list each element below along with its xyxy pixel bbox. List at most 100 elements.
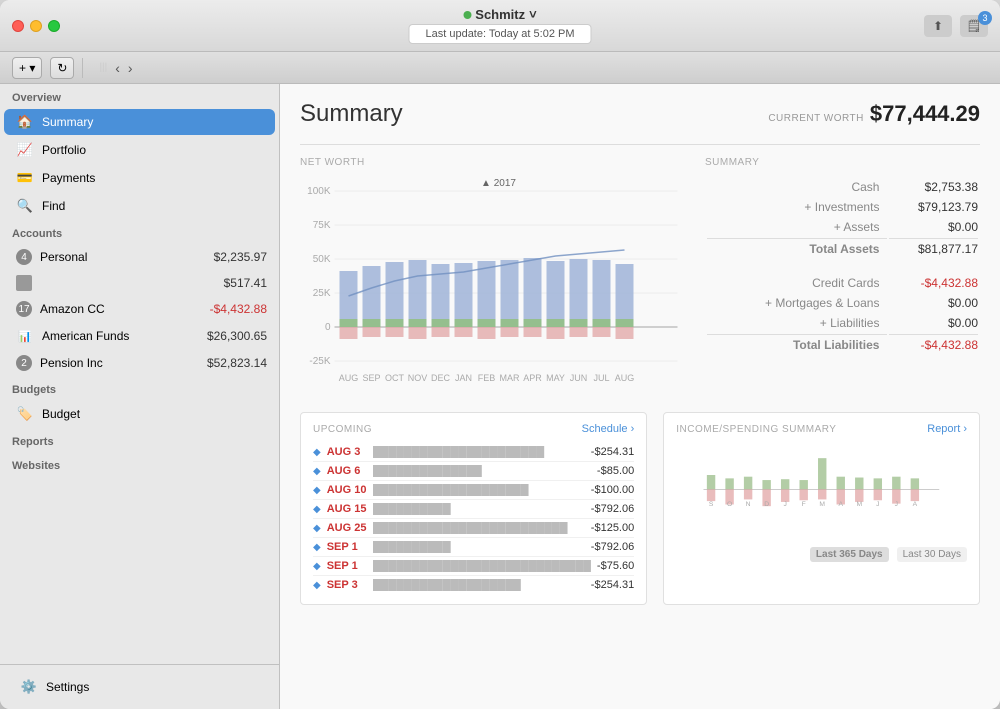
account2-value: $517.41 xyxy=(224,276,267,290)
total-liabilities-label: Total Liabilities xyxy=(707,334,887,354)
investments-label: + Investments xyxy=(707,198,887,216)
summary-section-label: SUMMARY xyxy=(705,157,980,168)
svg-text:25K: 25K xyxy=(313,288,331,299)
sidebar-item-pension-inc[interactable]: 2 Pension Inc $52,823.14 xyxy=(4,351,275,375)
svg-text:0: 0 xyxy=(325,322,331,333)
maximize-button[interactable] xyxy=(48,20,60,32)
svg-text:MAR: MAR xyxy=(500,373,521,383)
export-icon[interactable]: ⬆ xyxy=(924,15,952,37)
payments-icon: 💳 xyxy=(16,169,34,187)
arrow-icon-4: ◆ xyxy=(313,504,321,515)
main-panel: Summary CURRENT WORTH $77,444.29 NET WOR… xyxy=(280,84,1000,709)
report-link[interactable]: Report › xyxy=(927,423,967,435)
svg-text:JUN: JUN xyxy=(570,373,588,383)
assets-value: $0.00 xyxy=(889,218,978,236)
personal-value: $2,235.97 xyxy=(214,250,267,264)
current-worth-value: $77,444.29 xyxy=(870,101,980,127)
cash-value: $2,753.38 xyxy=(889,178,978,196)
sidebar-summary-label: Summary xyxy=(42,115,267,129)
arrow-icon-7: ◆ xyxy=(313,561,321,572)
american-funds-label: American Funds xyxy=(42,329,199,343)
assets-label: + Assets xyxy=(707,218,887,236)
cash-label: Cash xyxy=(707,178,887,196)
liabilities-value: $0.00 xyxy=(889,314,978,332)
upcoming-amount-2: -$85.00 xyxy=(597,465,634,477)
settings-icon: ⚙️ xyxy=(20,678,38,696)
svg-text:AUG: AUG xyxy=(339,373,359,383)
nav-back-button[interactable]: ‹ xyxy=(115,60,120,76)
income-chart: S O N D J F M A M J J A xyxy=(676,443,967,543)
amazon-cc-value: -$4,432.88 xyxy=(210,302,267,316)
personal-label: Personal xyxy=(40,250,206,264)
notification-icon[interactable]: 🗒 3 xyxy=(960,15,988,37)
schedule-link[interactable]: Schedule › xyxy=(582,423,635,435)
svg-text:J: J xyxy=(895,501,898,508)
titlebar: Schmitz ˅ Last update: Today at 5:02 PM … xyxy=(0,0,1000,52)
titlebar-username: Schmitz ˅ xyxy=(463,7,536,22)
sidebar-item-find[interactable]: 🔍 Find xyxy=(4,193,275,219)
sidebar-item-budget[interactable]: 🏷️ Budget xyxy=(4,401,275,427)
nav-arrows: ||| ‹ › xyxy=(99,60,132,76)
income-label: INCOME/SPENDING SUMMARY xyxy=(676,424,836,435)
income-svg: S O N D J F M A M J J A xyxy=(676,443,967,523)
titlebar-center: Schmitz ˅ Last update: Today at 5:02 PM xyxy=(408,7,591,44)
mortgages-label: + Mortgages & Loans xyxy=(707,294,887,312)
svg-text:A: A xyxy=(839,501,844,508)
budgets-section-header: Budgets xyxy=(0,376,279,400)
settings-label: Settings xyxy=(46,680,263,694)
find-icon: 🔍 xyxy=(16,197,34,215)
status-dot xyxy=(463,11,471,19)
upcoming-desc-5: █████████████████████████ xyxy=(373,522,585,534)
svg-text:N: N xyxy=(746,501,751,508)
upcoming-row-4: ◆ AUG 15 ██████████ -$792.06 xyxy=(313,500,634,519)
last-365-button[interactable]: Last 365 Days xyxy=(810,547,889,562)
sidebar-item-personal[interactable]: 4 Personal $2,235.97 xyxy=(4,245,275,269)
table-row: + Assets $0.00 xyxy=(707,218,978,236)
arrow-icon-1: ◆ xyxy=(313,447,321,458)
upcoming-row-2: ◆ AUG 6 ██████████████ -$85.00 xyxy=(313,462,634,481)
sidebar-item-amazon-cc[interactable]: 17 Amazon CC -$4,432.88 xyxy=(4,297,275,321)
sidebar-portfolio-label: Portfolio xyxy=(42,143,267,157)
svg-text:M: M xyxy=(820,501,826,508)
sidebar-item-payments[interactable]: 💳 Payments xyxy=(4,165,275,191)
upcoming-row-3: ◆ AUG 10 ████████████████████ -$100.00 xyxy=(313,481,634,500)
svg-text:100K: 100K xyxy=(307,186,331,197)
sidebar-find-label: Find xyxy=(42,199,267,213)
sidebar-item-settings[interactable]: ⚙️ Settings xyxy=(8,674,271,700)
refresh-button[interactable]: ↻ xyxy=(50,57,74,79)
close-button[interactable] xyxy=(12,20,24,32)
table-row xyxy=(707,260,978,272)
accounts-section-header: Accounts xyxy=(0,220,279,244)
sidebar-item-portfolio[interactable]: 📈 Portfolio xyxy=(4,137,275,163)
arrow-icon-5: ◆ xyxy=(313,523,321,534)
summary-col: SUMMARY Cash $2,753.38 + Investments $79… xyxy=(705,157,980,396)
arrow-icon-2: ◆ xyxy=(313,466,321,477)
add-button[interactable]: + ▾ xyxy=(12,57,42,79)
sidebar-item-account2[interactable]: $517.41 xyxy=(4,271,275,295)
pension-badge: 2 xyxy=(16,355,32,371)
amazon-cc-badge: 17 xyxy=(16,301,32,317)
svg-text:MAY: MAY xyxy=(546,373,565,383)
last-update-label: Last update: Today at 5:02 PM xyxy=(408,24,591,44)
last-30-button[interactable]: Last 30 Days xyxy=(897,547,967,562)
upcoming-header: UPCOMING Schedule › xyxy=(313,423,634,435)
nav-forward-button[interactable]: › xyxy=(128,60,133,76)
svg-text:M: M xyxy=(857,501,863,508)
budget-label: Budget xyxy=(42,407,267,421)
sidebar-item-summary[interactable]: 🏠 Summary xyxy=(4,109,275,135)
upcoming-amount-6: -$792.06 xyxy=(591,541,634,553)
sidebar-item-american-funds[interactable]: 📊 American Funds $26,300.65 xyxy=(4,323,275,349)
upcoming-amount-7: -$75.60 xyxy=(597,560,634,572)
pension-inc-label: Pension Inc xyxy=(40,356,199,370)
arrow-icon-3: ◆ xyxy=(313,485,321,496)
summary-header: Summary CURRENT WORTH $77,444.29 xyxy=(300,100,980,128)
summary-icon: 🏠 xyxy=(16,113,34,131)
minimize-button[interactable] xyxy=(30,20,42,32)
upcoming-desc-1: ██████████████████████ xyxy=(373,446,585,458)
investments-value: $79,123.79 xyxy=(889,198,978,216)
upcoming-label: UPCOMING xyxy=(313,424,372,435)
personal-badge: 4 xyxy=(16,249,32,265)
arrow-icon-6: ◆ xyxy=(313,542,321,553)
page-title: Summary xyxy=(300,100,403,128)
table-row: Total Liabilities -$4,432.88 xyxy=(707,334,978,354)
